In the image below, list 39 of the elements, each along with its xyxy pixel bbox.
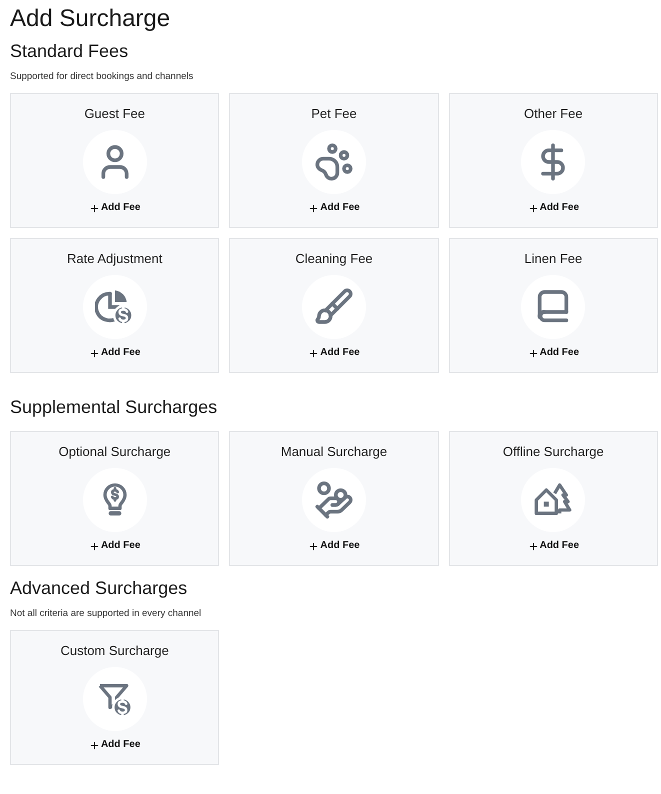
card-title: Manual Surcharge [280, 443, 388, 461]
card-title: Rate Adjustment [66, 250, 162, 268]
plus-icon [88, 202, 100, 214]
card-title: Other Fee [524, 105, 583, 123]
section-description: Supported for direct bookings and channels [10, 71, 194, 83]
card-title: Optional Surcharge [58, 443, 171, 461]
card-title: Custom Surcharge [60, 642, 169, 660]
add-fee-button[interactable]: Add Fee [308, 201, 360, 215]
card-title: Cleaning Fee [295, 250, 373, 268]
paw-icon [314, 142, 354, 182]
section-heading: Standard Fees [10, 40, 130, 63]
add-fee-button[interactable]: Add Fee [88, 346, 140, 360]
plus-icon [308, 540, 320, 552]
add-fee-button[interactable]: Add Fee [88, 738, 140, 752]
add-fee-button[interactable]: Add Fee [528, 539, 580, 553]
plus-icon [528, 202, 539, 214]
plus-icon [88, 348, 100, 358]
page-title: Add Surcharge [10, 4, 172, 34]
add-fee-button[interactable]: Add Fee [308, 539, 360, 553]
hand-coin-icon [314, 480, 354, 520]
plus-icon [308, 348, 320, 358]
card-title: Offline Surcharge [502, 443, 604, 461]
brush-icon [314, 287, 354, 327]
section-description: Not all criteria are supported in every channel [10, 608, 202, 620]
add-fee-button[interactable]: Add Fee [528, 201, 580, 215]
section-heading: Advanced Surcharges [10, 577, 188, 600]
add-fee-button[interactable]: Add Fee [88, 201, 140, 215]
card-title: Guest Fee [84, 105, 146, 123]
card-title: Pet Fee [311, 105, 357, 123]
plus-icon [88, 740, 100, 750]
card-title: Linen Fee [524, 250, 582, 268]
plus-icon [528, 540, 539, 552]
add-fee-button[interactable]: Add Fee [308, 346, 360, 360]
plus-icon [88, 540, 100, 552]
add-fee-button[interactable]: Add Fee [528, 346, 580, 360]
plus-icon [528, 348, 539, 358]
section-heading: Supplemental Surcharges [10, 396, 218, 419]
plus-icon [308, 202, 320, 214]
add-fee-button[interactable]: Add Fee [88, 539, 140, 553]
